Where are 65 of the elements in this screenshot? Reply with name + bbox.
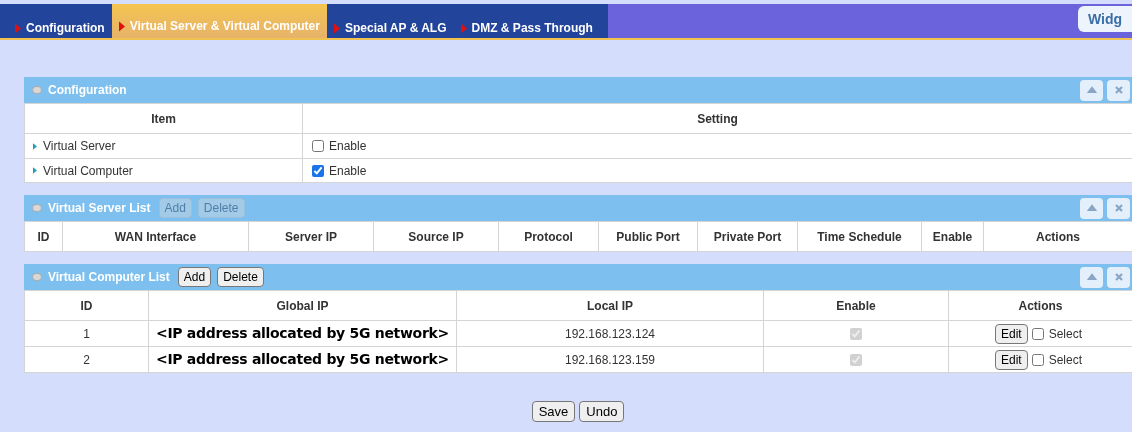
tab[interactable]: Configuration <box>8 8 112 38</box>
column-header: Actions <box>948 290 1132 321</box>
collapse-button[interactable] <box>1080 197 1103 219</box>
column-header: Protocol <box>498 221 599 252</box>
panel-title: Virtual Computer List <box>48 269 170 286</box>
close-button[interactable] <box>1107 197 1130 219</box>
item-label: Virtual Computer <box>43 162 133 180</box>
checkbox[interactable] <box>1031 353 1044 366</box>
table-cell: 192.168.123.124 <box>456 320 764 347</box>
close-button[interactable] <box>1107 79 1130 101</box>
close-icon <box>1112 84 1125 96</box>
column-header: ID <box>24 221 63 252</box>
edit-button[interactable]: Edit <box>995 349 1028 370</box>
checkbox[interactable] <box>312 164 324 177</box>
footer-button[interactable]: Undo <box>579 401 625 422</box>
table-cell: 192.168.123.159 <box>456 346 764 373</box>
column-header: Source IP <box>373 221 499 252</box>
panel-title: Virtual Server List <box>48 200 151 217</box>
select-checkbox[interactable]: Select <box>1031 324 1083 343</box>
widget-button[interactable]: Widg <box>1077 6 1132 32</box>
table-cell: <IP address allocated by 5G network> <box>148 346 457 373</box>
column-header: Setting <box>302 103 1132 134</box>
caret-up-icon <box>1085 271 1098 283</box>
column-header: Enable <box>763 290 949 321</box>
bullet-icon <box>33 167 37 174</box>
column-header: Item <box>24 103 303 134</box>
column-header: WAN Interface <box>62 221 249 252</box>
panel-title: Configuration <box>48 82 127 99</box>
column-header: Actions <box>983 221 1132 252</box>
caret-icon <box>15 22 21 34</box>
select-checkbox[interactable]: Select <box>1031 350 1083 369</box>
edit-button[interactable]: Edit <box>995 323 1028 344</box>
header-button[interactable]: Add <box>177 267 212 287</box>
item-label: Virtual Server <box>43 138 116 155</box>
footer-button[interactable]: Save <box>531 401 576 422</box>
panel-icon <box>32 273 42 281</box>
close-button[interactable] <box>1107 266 1130 288</box>
column-header: Private Port <box>697 221 798 252</box>
column-header: Server IP <box>248 221 374 252</box>
table-cell: 1 <box>24 320 149 347</box>
panel-icon <box>32 86 42 94</box>
caret-icon <box>460 22 467 34</box>
caret-icon <box>118 20 125 32</box>
tab[interactable]: Special AP & ALG <box>326 8 454 38</box>
caret-icon <box>333 22 340 34</box>
close-icon <box>1112 271 1125 283</box>
header-button[interactable]: Delete <box>217 267 264 287</box>
checkbox[interactable] <box>1031 327 1044 340</box>
column-header: Public Port <box>598 221 698 252</box>
collapse-button[interactable] <box>1080 79 1103 101</box>
column-header: Local IP <box>456 290 764 321</box>
column-header: Time Schedule <box>797 221 922 252</box>
table-cell: <IP address allocated by 5G network> <box>148 320 457 347</box>
table-cell: 2 <box>24 346 149 373</box>
panel-icon <box>32 204 42 212</box>
column-header: Enable <box>921 221 984 252</box>
close-icon <box>1112 202 1125 214</box>
caret-up-icon <box>1085 202 1098 214</box>
caret-up-icon <box>1085 84 1098 96</box>
bullet-icon <box>33 142 37 150</box>
tab[interactable]: DMZ & Pass Through <box>453 8 600 38</box>
checkbox[interactable] <box>312 140 324 152</box>
column-header: ID <box>24 290 149 321</box>
column-header: Global IP <box>148 290 457 321</box>
collapse-button[interactable] <box>1080 266 1103 288</box>
